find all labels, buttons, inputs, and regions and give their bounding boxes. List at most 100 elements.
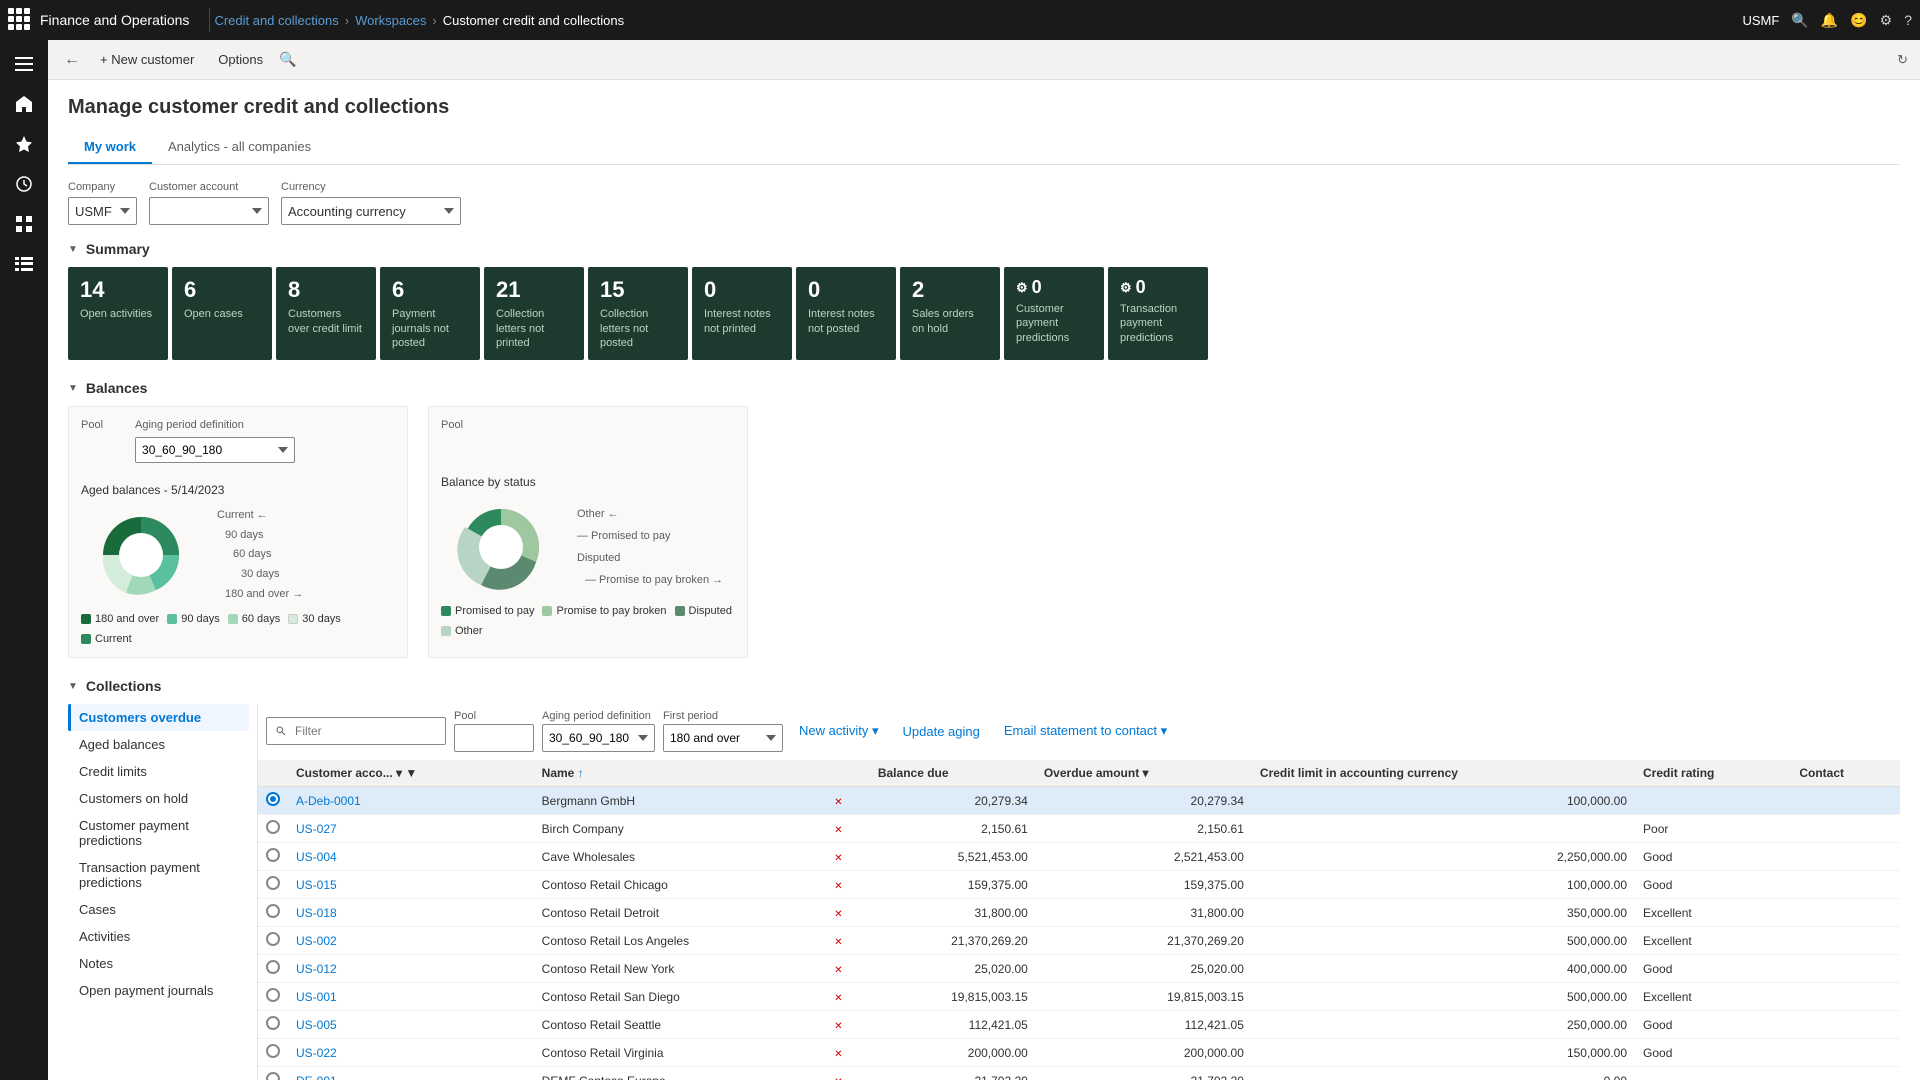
row-account-5[interactable]: US-002 <box>288 927 534 955</box>
sidebar-list-icon[interactable] <box>8 248 40 280</box>
row-radio-7[interactable] <box>258 983 288 1011</box>
table-row[interactable]: US-001 Contoso Retail San Diego ✕ 19,815… <box>258 983 1900 1011</box>
table-row[interactable]: US-027 Birch Company ✕ 2,150.61 2,150.61… <box>258 815 1900 843</box>
row-account-2[interactable]: US-004 <box>288 843 534 871</box>
collections-sidebar-item-6[interactable]: Cases <box>68 896 249 923</box>
row-account-1[interactable]: US-027 <box>288 815 534 843</box>
row-delete-1[interactable]: ✕ <box>826 815 870 843</box>
sidebar-recent-icon[interactable] <box>8 168 40 200</box>
row-delete-3[interactable]: ✕ <box>826 871 870 899</box>
currency-select[interactable]: Accounting currency <box>281 197 461 225</box>
options-button[interactable]: Options <box>210 48 271 71</box>
table-row[interactable]: US-022 Contoso Retail Virginia ✕ 200,000… <box>258 1039 1900 1067</box>
table-row[interactable]: US-002 Contoso Retail Los Angeles ✕ 21,3… <box>258 927 1900 955</box>
row-radio-8[interactable] <box>258 1011 288 1039</box>
row-account-6[interactable]: US-012 <box>288 955 534 983</box>
smiley-icon[interactable]: 😊 <box>1850 12 1867 29</box>
table-row[interactable]: US-004 Cave Wholesales ✕ 5,521,453.00 2,… <box>258 843 1900 871</box>
summary-card-0[interactable]: 14 Open activities <box>68 267 168 360</box>
row-delete-4[interactable]: ✕ <box>826 899 870 927</box>
search-icon[interactable]: 🔍 <box>1791 12 1808 29</box>
row-account-7[interactable]: US-001 <box>288 983 534 1011</box>
summary-card-9[interactable]: ⚙ 0Customer payment predictions <box>1004 267 1104 360</box>
breadcrumb-link-2[interactable]: Workspaces <box>355 13 426 28</box>
aging-period-select[interactable]: 30_60_90_180 <box>135 437 295 463</box>
sidebar-menu-icon[interactable] <box>8 48 40 80</box>
company-select[interactable]: USMF <box>68 197 137 225</box>
col-credit-rating[interactable]: Credit rating <box>1635 760 1791 787</box>
email-statement-button[interactable]: Email statement to contact ▾ <box>996 719 1175 743</box>
row-radio-4[interactable] <box>258 899 288 927</box>
row-delete-5[interactable]: ✕ <box>826 927 870 955</box>
collections-sidebar-item-3[interactable]: Customers on hold <box>68 785 249 812</box>
row-delete-0[interactable]: ✕ <box>826 787 870 815</box>
collections-sidebar-item-0[interactable]: Customers overdue <box>68 704 249 731</box>
summary-card-8[interactable]: 2 Sales orders on hold <box>900 267 1000 360</box>
row-account-9[interactable]: US-022 <box>288 1039 534 1067</box>
row-delete-2[interactable]: ✕ <box>826 843 870 871</box>
row-delete-9[interactable]: ✕ <box>826 1039 870 1067</box>
collections-sidebar-item-7[interactable]: Activities <box>68 923 249 950</box>
collections-sidebar-item-1[interactable]: Aged balances <box>68 731 249 758</box>
table-row[interactable]: US-012 Contoso Retail New York ✕ 25,020.… <box>258 955 1900 983</box>
sidebar-grid-icon[interactable] <box>8 208 40 240</box>
refresh-icon[interactable]: ↻ <box>1897 52 1908 68</box>
summary-card-6[interactable]: 0 Interest notes not printed <box>692 267 792 360</box>
collections-sidebar-item-8[interactable]: Notes <box>68 950 249 977</box>
col-customer-account[interactable]: Customer acco... ▾ ▼ <box>288 760 534 787</box>
table-row[interactable]: US-018 Contoso Retail Detroit ✕ 31,800.0… <box>258 899 1900 927</box>
collections-section-header[interactable]: ▼ Collections <box>68 678 1900 694</box>
col-contact[interactable]: Contact <box>1791 760 1900 787</box>
breadcrumb-link-1[interactable]: Credit and collections <box>214 13 338 28</box>
table-row[interactable]: DE-001 DEMF Contoso Europe ✕ 21,702.20 2… <box>258 1067 1900 1080</box>
summary-card-4[interactable]: 21 Collection letters not printed <box>484 267 584 360</box>
col-overdue[interactable]: Overdue amount ▾ <box>1036 760 1252 787</box>
app-grid-icon[interactable] <box>8 8 32 32</box>
row-delete-8[interactable]: ✕ <box>826 1011 870 1039</box>
new-customer-button[interactable]: + New customer <box>92 48 202 71</box>
row-radio-5[interactable] <box>258 927 288 955</box>
customer-account-select[interactable] <box>149 197 269 225</box>
balances-section-header[interactable]: ▼ Balances <box>68 380 1900 396</box>
sidebar-home-icon[interactable] <box>8 88 40 120</box>
help-icon[interactable]: ? <box>1904 12 1912 28</box>
summary-card-1[interactable]: 6 Open cases <box>172 267 272 360</box>
row-radio-10[interactable] <box>258 1067 288 1080</box>
row-radio-1[interactable] <box>258 815 288 843</box>
col-credit-limit[interactable]: Credit limit in accounting currency <box>1252 760 1635 787</box>
row-account-8[interactable]: US-005 <box>288 1011 534 1039</box>
sidebar-star-icon[interactable] <box>8 128 40 160</box>
update-aging-button[interactable]: Update aging <box>895 720 988 743</box>
back-button[interactable]: ← <box>60 47 84 73</box>
tab-analytics[interactable]: Analytics - all companies <box>152 131 327 164</box>
row-delete-6[interactable]: ✕ <box>826 955 870 983</box>
aging-toolbar-select[interactable]: 30_60_90_180 <box>542 724 655 752</box>
summary-section-header[interactable]: ▼ Summary <box>68 241 1900 257</box>
row-radio-2[interactable] <box>258 843 288 871</box>
col-name[interactable]: Name ↑ <box>534 760 827 787</box>
first-period-toolbar-select[interactable]: 180 and over <box>663 724 783 752</box>
new-activity-button[interactable]: New activity ▾ <box>791 719 887 743</box>
col-balance-due[interactable]: Balance due <box>870 760 1036 787</box>
collections-sidebar-item-4[interactable]: Customer payment predictions <box>68 812 249 854</box>
summary-card-2[interactable]: 8 Customers over credit limit <box>276 267 376 360</box>
row-radio-3[interactable] <box>258 871 288 899</box>
user-badge[interactable]: USMF <box>1742 13 1779 28</box>
row-account-3[interactable]: US-015 <box>288 871 534 899</box>
collections-filter-input[interactable] <box>266 717 446 745</box>
collections-sidebar-item-5[interactable]: Transaction payment predictions <box>68 854 249 896</box>
row-delete-7[interactable]: ✕ <box>826 983 870 1011</box>
row-radio-9[interactable] <box>258 1039 288 1067</box>
settings-icon[interactable]: ⚙ <box>1880 12 1893 29</box>
table-row[interactable]: US-005 Contoso Retail Seattle ✕ 112,421.… <box>258 1011 1900 1039</box>
row-delete-10[interactable]: ✕ <box>826 1067 870 1080</box>
summary-card-7[interactable]: 0 Interest notes not posted <box>796 267 896 360</box>
collections-sidebar-item-2[interactable]: Credit limits <box>68 758 249 785</box>
nav-search-icon[interactable]: 🔍 <box>279 51 296 68</box>
row-account-4[interactable]: US-018 <box>288 899 534 927</box>
summary-card-5[interactable]: 15 Collection letters not posted <box>588 267 688 360</box>
table-row[interactable]: A-Deb-0001 Bergmann GmbH ✕ 20,279.34 20,… <box>258 787 1900 815</box>
row-radio-6[interactable] <box>258 955 288 983</box>
summary-card-3[interactable]: 6 Payment journals not posted <box>380 267 480 360</box>
row-account-0[interactable]: A-Deb-0001 <box>288 787 534 815</box>
